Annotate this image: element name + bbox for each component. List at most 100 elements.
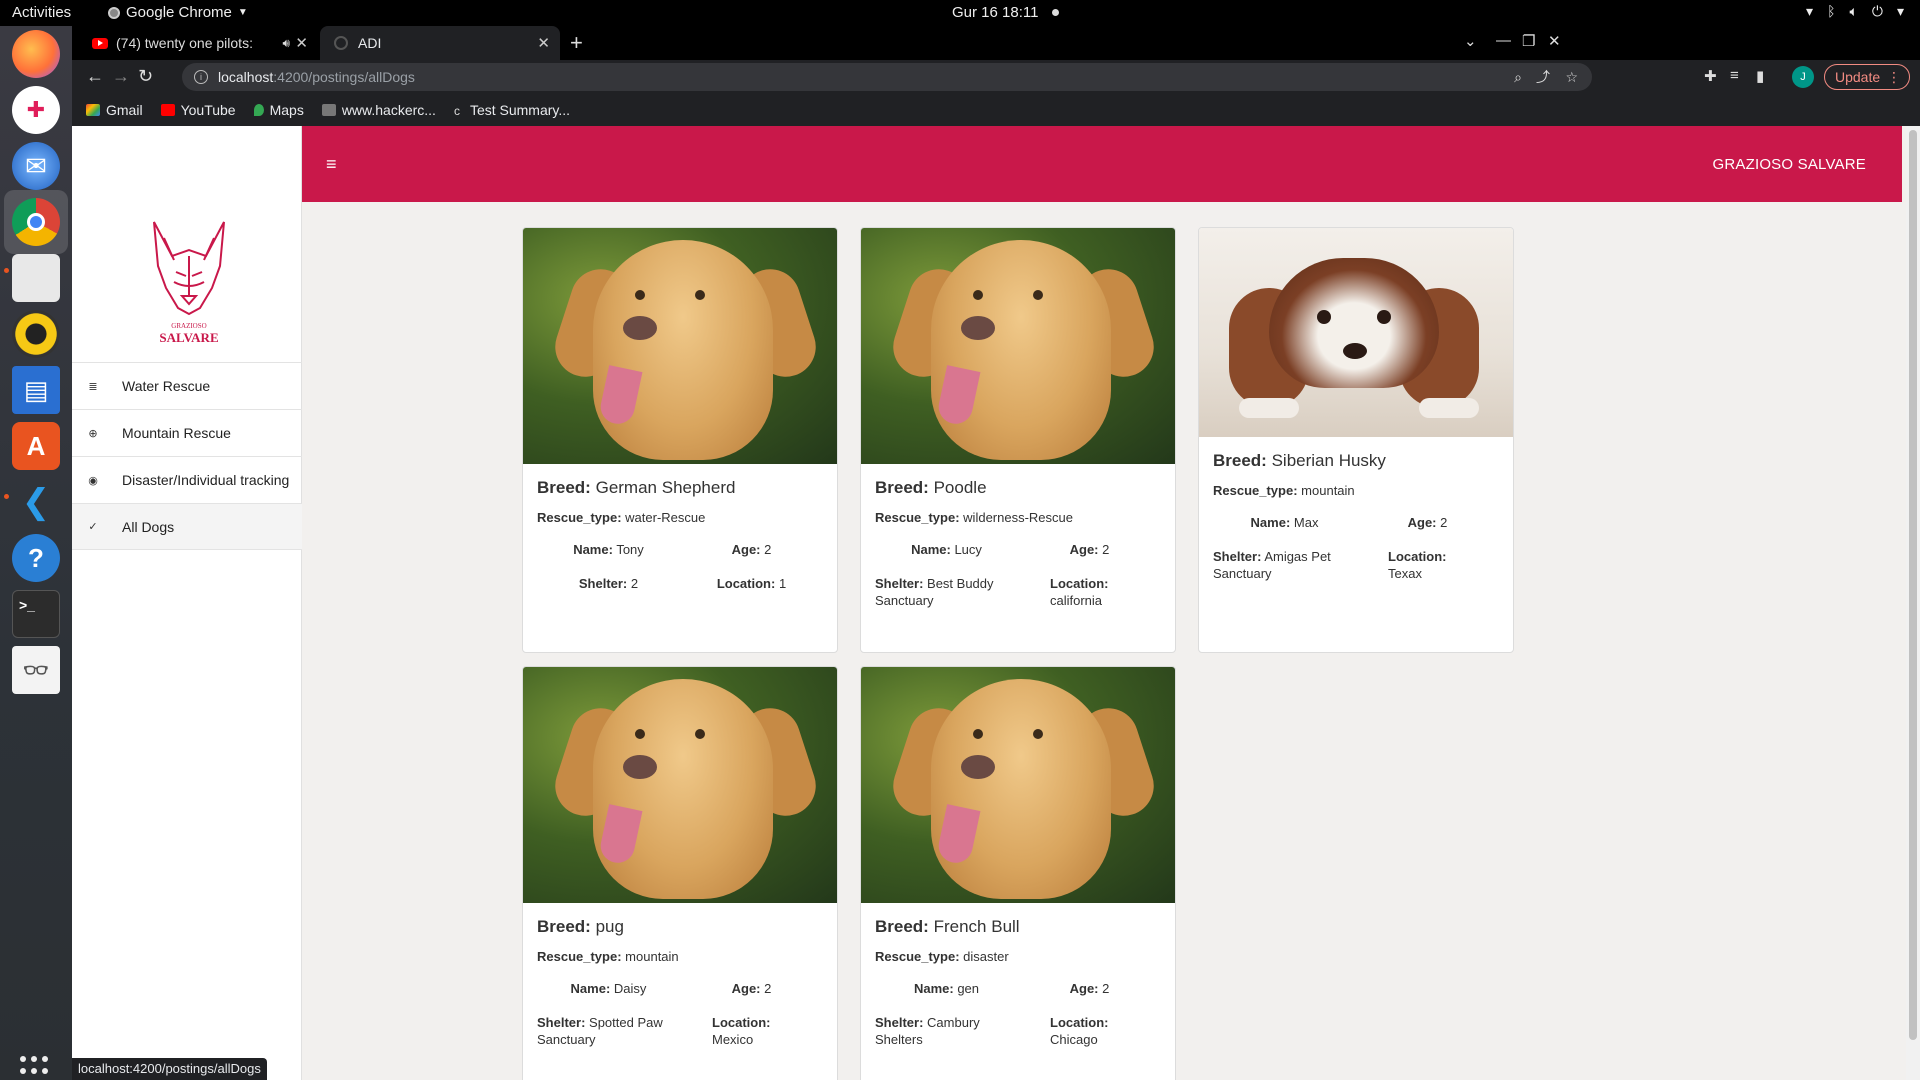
document-viewer-icon[interactable]: 👓︎	[12, 646, 60, 694]
dog-nose-shape	[623, 316, 657, 340]
tab-search-icon[interactable]: ⌄	[1464, 32, 1477, 50]
dog-nose-shape	[623, 755, 657, 779]
age-value: 2	[764, 981, 772, 996]
dog-card[interactable]: Breed: Siberian Husky Rescue_type: mount…	[1198, 227, 1514, 653]
location-value: 1	[778, 575, 787, 591]
sidebar-item-disaster-tracking[interactable]: ◉ Disaster/Individual tracking	[72, 456, 302, 503]
dog-card[interactable]: Breed: German Shepherd Rescue_type: wate…	[522, 227, 838, 653]
chrome-small-icon	[108, 6, 120, 19]
shelter-location-row: Shelter: 2 Location: 1	[537, 575, 823, 593]
card-body: Breed: German Shepherd Rescue_type: wate…	[523, 464, 837, 626]
logo-text-bottom: SALVARE	[159, 330, 218, 345]
dog-eye-shape	[1033, 729, 1043, 739]
dog-name: Name: Tony	[537, 541, 680, 559]
restore-button[interactable]: ❐	[1522, 32, 1535, 50]
clock[interactable]: Gur 16 18:11	[952, 4, 1038, 21]
url-path: :4200/postings/allDogs	[273, 69, 415, 85]
breed-label: Breed:	[875, 917, 929, 936]
help-icon[interactable]: ?	[12, 534, 60, 582]
age-value: 2	[1102, 981, 1110, 996]
chrome-icon[interactable]	[12, 198, 60, 246]
dog-breed: Breed: French Bull	[875, 917, 1161, 937]
dog-name: Name: Daisy	[537, 980, 680, 998]
writer-icon[interactable]: ▤	[12, 366, 60, 414]
bookmark-hackerrank[interactable]: www.hackerc...	[321, 102, 436, 118]
tab-strip: (74) twenty one pilots: 🔊︎ ✕ ADI ✕ + ⌄ —…	[72, 26, 1920, 60]
bookmark-maps[interactable]: Maps	[253, 102, 304, 118]
dog-card[interactable]: Breed: French Bull Rescue_type: disaster…	[860, 666, 1176, 1080]
dog-location: Location: california	[1018, 575, 1161, 610]
kebab-menu-icon[interactable]: ⋮	[1887, 69, 1901, 86]
hamburger-icon[interactable]: ≡	[326, 154, 337, 175]
vscode-icon[interactable]: ❮	[12, 478, 60, 526]
reload-button[interactable]: ↻	[138, 66, 153, 87]
files-icon[interactable]	[12, 254, 60, 302]
slack-icon[interactable]: ✚	[12, 86, 60, 134]
update-button[interactable]: Update ⋮	[1824, 64, 1910, 90]
thunderbird-icon[interactable]: ✉	[12, 142, 60, 190]
site-icon: c	[453, 104, 460, 118]
bookmark-label: YouTube	[180, 102, 236, 118]
dog-age: Age: 2	[1018, 980, 1161, 998]
show-applications-icon[interactable]	[20, 1056, 52, 1080]
software-center-icon[interactable]: A	[12, 422, 60, 470]
back-button[interactable]: ←	[86, 66, 104, 87]
rhythmbox-icon[interactable]	[12, 310, 60, 358]
media-controls-icon[interactable]: ≡	[1730, 67, 1739, 84]
speaker-icon[interactable]: 🔊︎	[282, 36, 290, 51]
bookmark-label: Maps	[269, 102, 304, 118]
firefox-icon[interactable]	[12, 30, 60, 78]
tab-adi[interactable]: ADI ✕	[320, 26, 560, 60]
scrollbar-thumb[interactable]	[1909, 130, 1917, 1040]
close-icon[interactable]: ✕	[537, 34, 550, 52]
dog-card[interactable]: Breed: Poodle Rescue_type: wilderness-Re…	[860, 227, 1176, 653]
bluetooth-icon: ᛒ	[1827, 3, 1836, 19]
tab-youtube[interactable]: (74) twenty one pilots: 🔊︎ ✕	[78, 26, 318, 60]
app-menu[interactable]: Google Chrome ▼	[108, 4, 248, 21]
breed-value: Poodle	[933, 478, 987, 497]
dog-head-shape	[931, 679, 1111, 899]
dog-shelter: Shelter: Amigas Pet Sanctuary	[1213, 548, 1356, 583]
dog-paw-shape	[1239, 398, 1299, 418]
dog-head-shape	[593, 240, 773, 460]
site-info-icon[interactable]: i	[194, 70, 208, 84]
chrome-center-icon	[27, 213, 45, 231]
zoom-icon[interactable]: ⌕	[1514, 69, 1522, 86]
dog-eye-shape	[1033, 290, 1043, 300]
window-close-button[interactable]: ✕	[1548, 32, 1561, 50]
brand-name[interactable]: GRAZIOSO SALVARE	[1712, 156, 1866, 173]
update-label: Update	[1835, 69, 1881, 85]
minimize-button[interactable]: —	[1496, 32, 1511, 49]
forward-button[interactable]: →	[112, 66, 130, 87]
bookmark-youtube[interactable]: YouTube	[160, 102, 236, 118]
dog-name: Name: gen	[875, 980, 1018, 998]
extensions-icon[interactable]: ✚	[1704, 67, 1717, 85]
dog-shelter: Shelter: Cambury Shelters	[875, 1014, 1018, 1049]
shelter-location-row: Shelter: Amigas Pet Sanctuary Location: T…	[1213, 548, 1499, 583]
bookmark-test-summary[interactable]: c Test Summary...	[454, 102, 570, 118]
address-bar[interactable]: i localhost :4200/postings/allDogs ⌕ ⤴ ☆	[182, 63, 1592, 91]
sidebar-item-label: Water Rescue	[122, 378, 211, 394]
name-value: Daisy	[613, 981, 647, 996]
dog-shelter: Shelter: Spotted Paw Sanctuary	[537, 1014, 680, 1049]
bookmark-gmail[interactable]: Gmail	[86, 102, 143, 118]
system-tray[interactable]: ▾ ᛒ 🔈︎ ⏻ ▾	[1806, 3, 1904, 20]
sidebar-item-mountain-rescue[interactable]: ⊕ Mountain Rescue	[72, 409, 302, 456]
name-age-row: Name: Lucy Age: 2	[875, 541, 1161, 559]
logo-text-top: GRAZIOSO	[171, 322, 206, 330]
dog-head-shape	[593, 679, 773, 899]
running-indicator-icon	[4, 494, 9, 499]
bookmark-star-icon[interactable]: ☆	[1565, 69, 1578, 86]
dog-card[interactable]: Breed: pug Rescue_type: mountain Name: D…	[522, 666, 838, 1080]
share-icon[interactable]: ⤴	[1536, 67, 1550, 87]
side-panel-icon[interactable]: ▮	[1756, 67, 1764, 85]
sidebar-item-all-dogs[interactable]: ✓ All Dogs	[72, 503, 302, 550]
activities-button[interactable]: Activities	[12, 4, 71, 21]
terminal-icon[interactable]: >_	[12, 590, 60, 638]
new-tab-button[interactable]: +	[570, 30, 583, 56]
sidebar: GRAZIOSO SALVARE ≣ Water Rescue ⊕ Mounta…	[72, 126, 302, 1080]
profile-avatar[interactable]: J	[1792, 66, 1814, 88]
page-scrollbar[interactable]	[1906, 126, 1920, 1080]
sidebar-item-water-rescue[interactable]: ≣ Water Rescue	[72, 362, 302, 409]
close-icon[interactable]: ✕	[295, 34, 308, 52]
